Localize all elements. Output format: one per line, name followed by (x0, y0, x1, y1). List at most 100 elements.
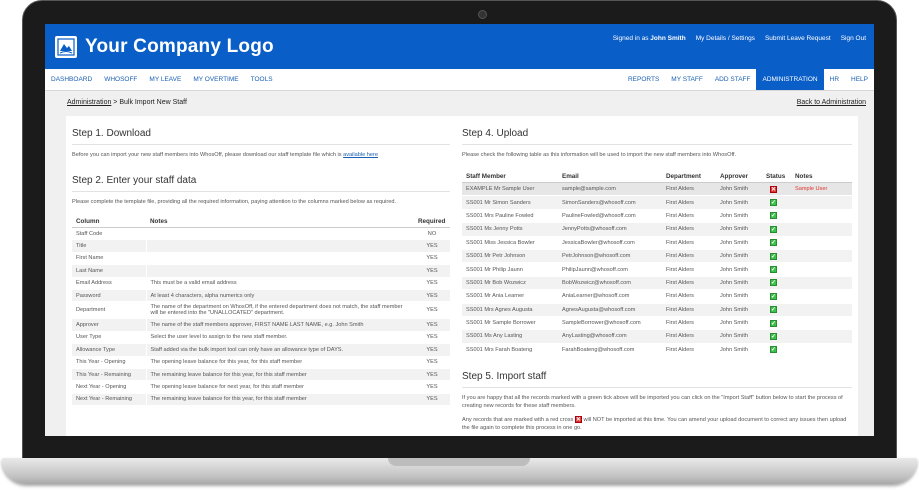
col-header-department: Department (662, 171, 716, 183)
table-row: This Year - Remaining The remaining leave… (72, 368, 450, 382)
col-header-staff-member: Staff Member (462, 171, 558, 183)
staff-member: SS001 Mr Bob Wozwicz (462, 276, 558, 291)
column-required: YES (414, 380, 450, 394)
staff-department: First Alders (662, 343, 716, 358)
green-tick-icon: ✓ (770, 199, 777, 207)
column-notes: Staff added via the bulk import tool can… (146, 343, 414, 357)
staff-email: SimonSanders@whosoff.com (558, 195, 662, 210)
staff-status: ✕ (762, 182, 791, 197)
step4-text: Please check the following table as this… (462, 152, 737, 158)
upload-table: Staff Member Email Department Approver S… (462, 171, 852, 358)
col-header-approver: Approver (716, 171, 762, 183)
my-details-link[interactable]: My Details / Settings (696, 35, 755, 42)
nav-administration[interactable]: ADMINISTRATION (756, 69, 824, 90)
nav-my-leave[interactable]: MY LEAVE (143, 69, 187, 90)
col-header-required: Required (414, 216, 450, 228)
green-tick-icon: ✓ (770, 279, 777, 287)
staff-status: ✓ (762, 316, 791, 331)
staff-member: SS001 Mr Petr Johnson (462, 249, 558, 264)
column-required: YES (414, 331, 450, 345)
staff-status: ✓ (762, 329, 791, 344)
nav-my-overtime[interactable]: MY OVERTIME (187, 69, 244, 90)
sign-out-link[interactable]: Sign Out (841, 35, 866, 42)
column-name: This Year - Remaining (72, 368, 147, 382)
nav-help[interactable]: HELP (845, 69, 874, 90)
column-name: Title (72, 239, 147, 253)
column-notes: This must be a valid email address (146, 277, 414, 290)
col-header-notes: Notes (146, 216, 414, 228)
staff-member: SS001 Ms Jenny Potts (462, 222, 558, 237)
staff-email: AnyLasting@whosoff.com (558, 329, 662, 344)
column-name: This Year - Opening (72, 356, 147, 369)
staff-notes: Sample User (791, 182, 852, 197)
staff-email: AniaLearner@whosoff.com (558, 289, 662, 304)
template-download-link[interactable]: available here (343, 152, 378, 158)
nav-my-staff[interactable]: MY STAFF (665, 69, 709, 90)
staff-member: SS001 Mr Ania Learner (462, 289, 558, 304)
staff-email: SampleBorrower@whosoff.com (558, 316, 662, 331)
table-row: Title YES (72, 239, 450, 253)
column-notes: The remaining leave balance for this yea… (146, 368, 414, 382)
nav-whosoff[interactable]: WHOSOFF (98, 69, 143, 90)
submit-leave-link[interactable]: Submit Leave Request (765, 35, 831, 42)
table-row: Next Year - Opening The opening leave bal… (72, 380, 450, 394)
column-notes: The remaining leave balance for this yea… (146, 393, 414, 407)
column-required: YES (414, 368, 450, 382)
table-row: SS001 Miss Jessica Bowler JessicaBowler@w… (462, 236, 852, 250)
logo-text[interactable]: Your Company Logo (85, 36, 274, 58)
column-name: Staff Code (72, 227, 147, 241)
step5-title: Step 5. Import staff (462, 371, 852, 389)
staff-approver: John Smith (716, 303, 762, 317)
staff-member: SS001 Miss Jessica Bowler (462, 236, 558, 250)
staff-department: First Alders (662, 289, 716, 304)
staff-department: First Alders (662, 316, 716, 331)
table-row: SS001 Mr Philip Jaunn PhilipJaunn@whosoff… (462, 262, 852, 277)
nav-tools[interactable]: TOOLS (245, 69, 279, 90)
staff-email: FarahBoateng@whosoff.com (558, 343, 662, 358)
table-row: SS001 Mrs Pauline Fowled PaulineFowled@wh… (462, 209, 852, 224)
nav-reports[interactable]: REPORTS (622, 69, 665, 90)
back-to-administration-link[interactable]: Back to Administration (797, 99, 866, 106)
nav-hr[interactable]: HR (824, 69, 845, 90)
staff-approver: John Smith (716, 316, 762, 331)
staff-notes (791, 236, 852, 250)
table-row: SS001 Mr Sample Borrower SampleBorrower@w… (462, 316, 852, 331)
breadcrumb-administration[interactable]: Administration (67, 99, 111, 106)
table-row: Approver The name of the staff members ap… (72, 318, 450, 332)
column-name: Approver (72, 318, 147, 332)
green-tick-icon: ✓ (770, 225, 777, 233)
table-row: SS001 Ms Jenny Potts JennyPotts@whosoff.c… (462, 222, 852, 237)
table-row: Department The name of the department on … (72, 301, 450, 320)
table-row: First Name YES (72, 252, 450, 266)
staff-member: SS001 Ms Any Lasting (462, 329, 558, 344)
table-row: Password At least 4 characters, alpha num… (72, 289, 450, 303)
column-required: YES (414, 318, 450, 332)
column-name: Allowance Type (72, 343, 147, 357)
staff-approver: John Smith (716, 236, 762, 250)
staff-notes (791, 289, 852, 304)
left-column: Step 1. Download Before you can import y… (72, 128, 450, 407)
staff-email: PetrJohnson@whosoff.com (558, 249, 662, 264)
column-name: Department (72, 301, 147, 320)
company-logo-icon[interactable] (55, 35, 77, 58)
staff-status: ✓ (762, 276, 791, 291)
staff-department: First Alders (662, 236, 716, 250)
column-required: YES (414, 289, 450, 303)
nav-dashboard[interactable]: DASHBOARD (45, 69, 98, 90)
nav-add-staff[interactable]: ADD STAFF (709, 69, 757, 90)
user-name[interactable]: John Smith (650, 35, 685, 42)
column-required: YES (414, 356, 450, 369)
staff-department: First Alders (662, 262, 716, 277)
column-name: First Name (72, 252, 147, 266)
column-name: Next Year - Opening (72, 380, 147, 394)
column-notes (146, 252, 414, 266)
main-nav: DASHBOARD WHOSOFF MY LEAVE MY OVERTIME T… (45, 69, 874, 91)
col-header-notes: Notes (791, 171, 852, 183)
staff-member: SS001 Mrs Farah Boateng (462, 343, 558, 358)
table-row: SS001 Ms Any Lasting AnyLasting@whosoff.c… (462, 329, 852, 344)
staff-email: JessicaBowler@whosoff.com (558, 236, 662, 250)
column-required: NO (414, 227, 450, 241)
column-name: Password (72, 289, 147, 303)
app-header: Your Company Logo Signed in as John Smit… (45, 24, 874, 69)
staff-department: First Alders (662, 329, 716, 344)
